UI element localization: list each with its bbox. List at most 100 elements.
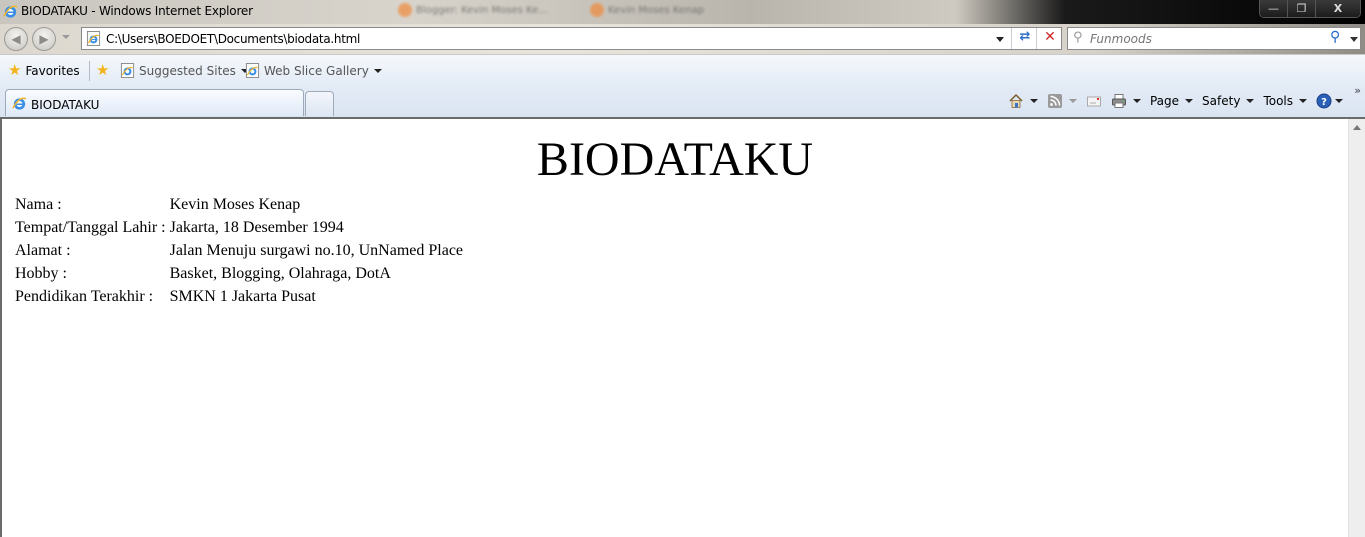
- window-title: BIODATAKU - Windows Internet Explorer: [21, 4, 253, 18]
- star-icon: ★: [8, 61, 22, 79]
- field-label: Tempat/Tanggal Lahir :: [15, 219, 166, 236]
- search-go-icon[interactable]: ⚲: [1330, 29, 1340, 45]
- rss-feed-icon: [1047, 94, 1062, 108]
- favorite-label: Web Slice Gallery: [264, 63, 369, 78]
- blogger-icon: [398, 3, 412, 17]
- page-menu-label: Page: [1149, 94, 1180, 108]
- help-icon: ?: [1316, 93, 1332, 109]
- table-row: Alamat : Jalan Menuju surgawi no.10, UnNa…: [13, 239, 465, 262]
- chevron-down-icon[interactable]: [1132, 99, 1141, 103]
- field-value: Kevin Moses Kenap: [169, 196, 301, 213]
- safety-menu[interactable]: Safety: [1202, 94, 1255, 108]
- title-bar: BIODATAKU - Windows Internet Explorer Bl…: [0, 0, 1365, 24]
- vertical-scrollbar[interactable]: [1348, 119, 1365, 537]
- url-input[interactable]: C:\Users\BOEDOET\Documents\biodata.html: [106, 32, 360, 46]
- tab-biodataku[interactable]: BIODATAKU: [5, 89, 304, 116]
- field-value: Basket, Blogging, Olahraga, DotA: [169, 265, 391, 282]
- help-menu[interactable]: ?: [1316, 93, 1343, 109]
- tab-label: BIODATAKU: [31, 98, 100, 112]
- field-value: SMKN 1 Jakarta Pusat: [169, 288, 316, 305]
- ie-page-icon: [245, 63, 260, 78]
- search-magnifier-icon: ⚲: [1073, 30, 1083, 45]
- web-page: BIODATAKU Nama : Kevin Moses Kenap Tempat/…: [2, 119, 1348, 537]
- field-label: Hobby :: [15, 265, 67, 282]
- search-input[interactable]: [1090, 30, 1320, 47]
- favorite-web-slice-gallery[interactable]: Web Slice Gallery: [245, 63, 382, 78]
- background-tab-label: Blogger: Kevin Moses Ke...: [416, 5, 548, 16]
- search-provider-dropdown-icon[interactable]: [1350, 37, 1358, 42]
- home-button[interactable]: [1008, 93, 1038, 109]
- background-tab-label: Kevin Moses Kenap: [608, 5, 704, 16]
- field-label: Nama :: [15, 196, 62, 213]
- favorites-bar: ★ Favorites ★ Suggested Sites Web Slice …: [0, 54, 1365, 86]
- favorites-button[interactable]: ★ Favorites: [8, 63, 80, 78]
- printer-icon: [1111, 94, 1126, 108]
- tools-menu-label: Tools: [1263, 94, 1293, 108]
- add-favorite-star-icon: ★: [96, 61, 110, 79]
- minimize-icon: —: [1268, 2, 1279, 15]
- table-row: Tempat/Tanggal Lahir : Jakarta, 18 Desemb…: [13, 216, 465, 239]
- restore-icon: ❐: [1296, 2, 1307, 15]
- new-tab-button[interactable]: [305, 91, 334, 116]
- refresh-icon[interactable]: ⇄: [1014, 29, 1036, 48]
- ie-logo-icon: [3, 5, 18, 18]
- chevron-down-icon: [1335, 99, 1343, 103]
- chevron-down-icon: [1246, 99, 1255, 103]
- page-heading: BIODATAKU: [536, 133, 814, 186]
- address-bar: C:\Users\BOEDOET\Documents\biodata.html …: [81, 27, 1062, 50]
- print-button[interactable]: [1111, 93, 1141, 109]
- chevron-down-icon: [1299, 99, 1307, 103]
- back-arrow-icon: ◀: [11, 32, 21, 46]
- table-row: Hobby : Basket, Blogging, Olahraga, DotA: [13, 262, 465, 285]
- divider: [89, 61, 90, 81]
- divider: [1036, 28, 1037, 49]
- favorites-label: Favorites: [25, 63, 80, 78]
- browser-content: BIODATAKU Nama : Kevin Moses Kenap Tempat/…: [0, 117, 1365, 537]
- chevron-down-icon: [1185, 99, 1194, 103]
- search-box: ⚲ ⚲: [1067, 27, 1361, 50]
- toolbar-overflow-chevron-icon[interactable]: »: [1354, 84, 1361, 97]
- field-value: Jalan Menuju surgawi no.10, UnNamed Plac…: [169, 242, 464, 259]
- divider: [1011, 28, 1012, 49]
- chevron-down-icon: [373, 68, 382, 73]
- biodata-table: Nama : Kevin Moses Kenap Tempat/Tanggal La…: [13, 193, 465, 308]
- back-button[interactable]: ◀: [4, 27, 28, 51]
- ie-page-icon: [86, 31, 101, 46]
- restore-button[interactable]: ❐: [1288, 0, 1316, 17]
- add-to-favorites-bar-button[interactable]: ★: [96, 63, 113, 78]
- blogger-icon: [590, 3, 604, 17]
- favorite-suggested-sites[interactable]: Suggested Sites: [120, 63, 249, 78]
- read-mail-button[interactable]: [1086, 93, 1102, 109]
- recent-pages-dropdown[interactable]: [62, 35, 70, 39]
- navigation-bar: ◀ ▶ C:\Users\BOEDOET\Documents\biodata.h…: [0, 24, 1365, 54]
- tab-row: BIODATAKU Page Safety Tools ? »: [0, 84, 1365, 117]
- background-tab[interactable]: Blogger: Kevin Moses Ke...: [398, 3, 548, 23]
- table-row: Pendidikan Terakhir : SMKN 1 Jakarta Pusa…: [13, 285, 465, 308]
- ie-logo-icon: [12, 97, 27, 110]
- field-value: Jakarta, 18 Desember 1994: [169, 219, 344, 236]
- home-icon: [1009, 93, 1023, 108]
- ie-page-icon: [120, 63, 135, 78]
- chevron-down-icon[interactable]: [1068, 99, 1077, 103]
- command-bar: Page Safety Tools ?: [1008, 90, 1343, 112]
- feeds-button[interactable]: [1047, 93, 1077, 109]
- forward-arrow-icon: ▶: [39, 32, 49, 46]
- field-label: Alamat :: [15, 242, 71, 259]
- stop-icon[interactable]: ✕: [1039, 29, 1061, 48]
- svg-text:?: ?: [1321, 97, 1327, 108]
- forward-button[interactable]: ▶: [32, 27, 56, 51]
- window-controls: — ❐ X: [1259, 0, 1361, 18]
- chevron-down-icon[interactable]: [1029, 99, 1038, 103]
- page-menu[interactable]: Page: [1149, 94, 1194, 108]
- mail-icon: [1086, 96, 1101, 107]
- close-button[interactable]: X: [1316, 0, 1360, 17]
- close-icon: X: [1333, 2, 1343, 15]
- address-dropdown-icon[interactable]: [996, 37, 1004, 42]
- table-row: Nama : Kevin Moses Kenap: [13, 193, 465, 216]
- tools-menu[interactable]: Tools: [1263, 94, 1307, 108]
- background-tab[interactable]: Kevin Moses Kenap: [590, 3, 704, 23]
- minimize-button[interactable]: —: [1260, 0, 1288, 17]
- favorite-label: Suggested Sites: [139, 63, 236, 78]
- scroll-up-arrow-icon[interactable]: [1353, 125, 1361, 130]
- safety-menu-label: Safety: [1202, 94, 1241, 108]
